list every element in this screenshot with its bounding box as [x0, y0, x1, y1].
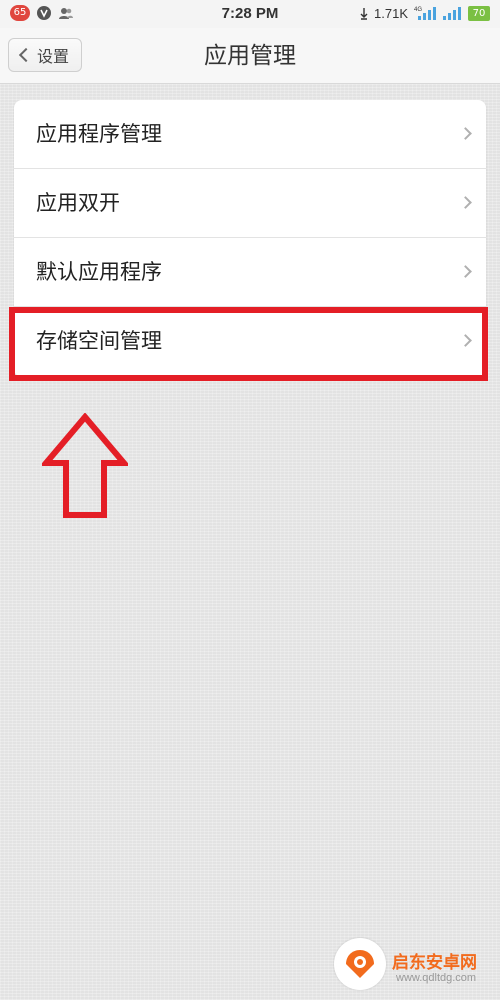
status-right-icons: 1.71K 4G 70	[360, 5, 490, 21]
list-item-label: 默认应用程序	[36, 260, 162, 284]
back-button[interactable]: 设置	[8, 38, 83, 72]
download-speed-icon	[360, 5, 368, 21]
status-bar: 65 7:28 PM 1.71K 4G 70	[0, 0, 500, 28]
back-button-label: 设置	[37, 47, 70, 66]
list-item-app-management[interactable]: 应用程序管理	[14, 100, 486, 169]
list-item-dual-apps[interactable]: 应用双开	[14, 169, 486, 238]
chevron-right-icon	[459, 265, 472, 278]
battery-icon: 70	[468, 5, 490, 21]
up-arrow-annotation	[42, 413, 128, 518]
chevron-left-icon	[18, 47, 34, 63]
watermark: 启东安卓网 www.qdltdg.com	[334, 932, 494, 996]
network-speed: 1.71K	[374, 5, 408, 21]
watermark-url: www.qdltdg.com	[396, 972, 477, 984]
signal-4g-icon: 4G	[414, 5, 436, 21]
chevron-right-icon	[459, 196, 472, 209]
highlight-box	[9, 307, 488, 381]
signal-bars-icon	[442, 5, 462, 21]
svg-text:4G: 4G	[414, 7, 422, 13]
app-header: 应用管理 设置	[0, 28, 500, 84]
watermark-title: 启东安卓网	[392, 953, 477, 973]
chevron-right-icon	[459, 127, 472, 140]
list-item-label: 应用双开	[36, 191, 120, 215]
watermark-logo-icon	[346, 950, 374, 978]
list-item-label: 应用程序管理	[36, 122, 162, 146]
list-item-default-apps[interactable]: 默认应用程序	[14, 238, 486, 307]
